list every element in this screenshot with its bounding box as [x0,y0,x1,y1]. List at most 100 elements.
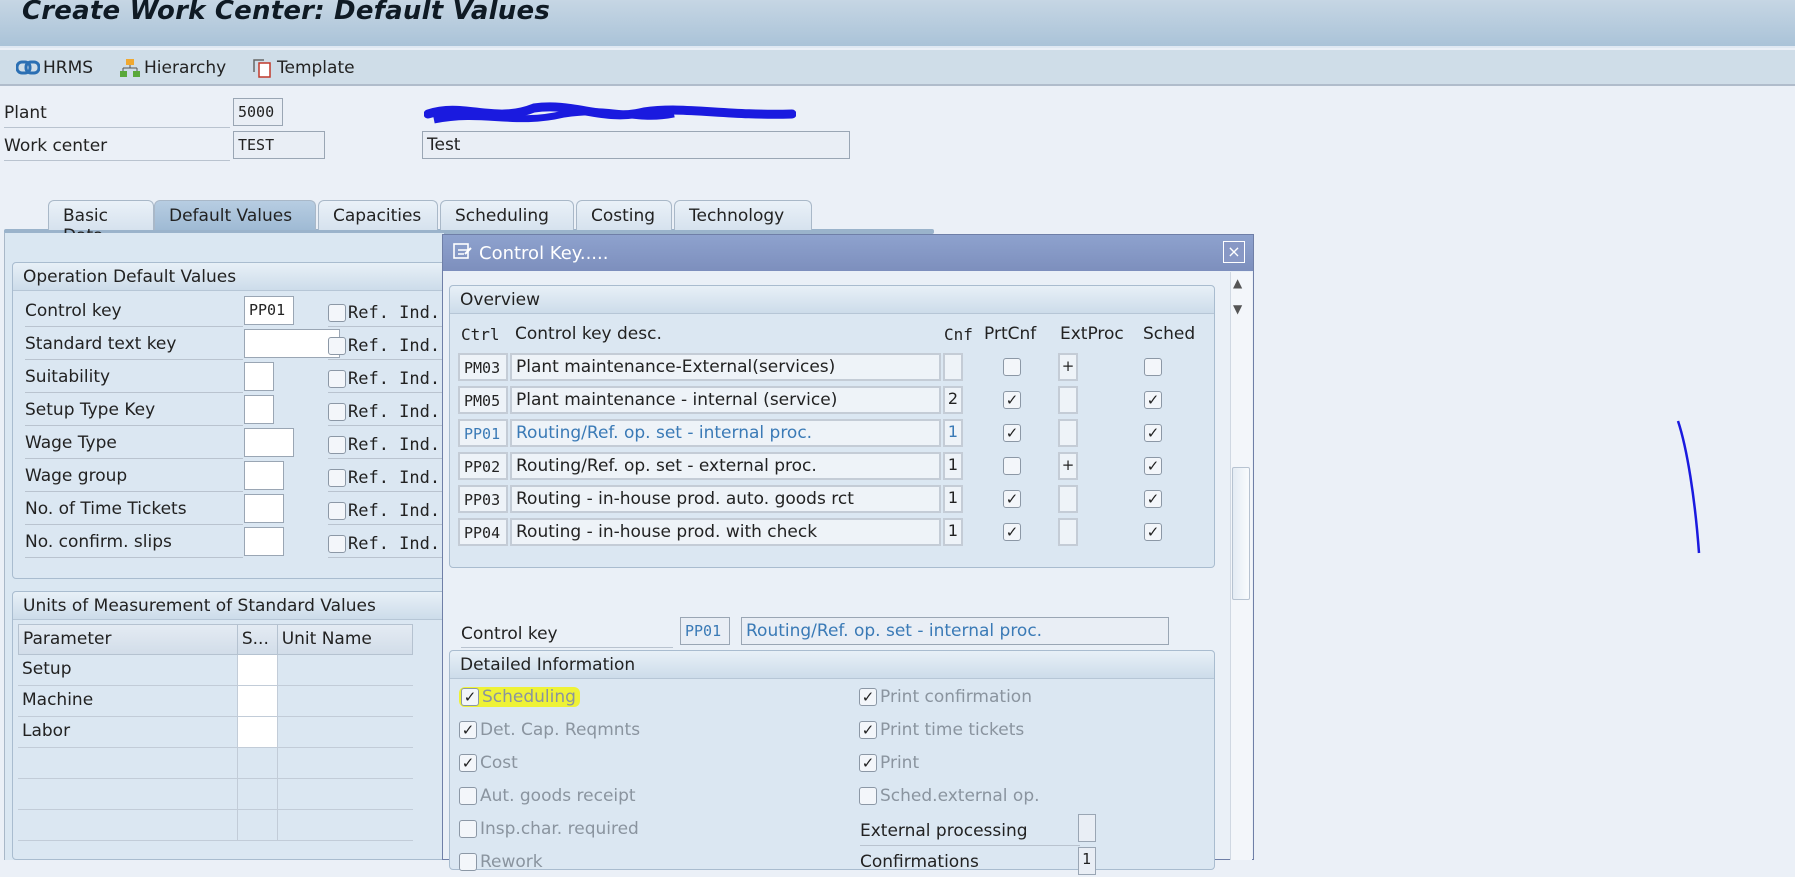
prtcnf-checkbox[interactable]: ✓ [1003,523,1021,541]
ctrl-desc-cell[interactable]: Plant maintenance-External(services) [510,353,941,381]
template-button[interactable]: Template [252,58,355,78]
tab-scheduling[interactable]: Scheduling [440,200,574,230]
ref-ind-checkbox[interactable]: Ref. Ind. [328,431,448,459]
detail-checkbox[interactable]: Sched.external op. [859,786,1040,806]
extproc-cell[interactable] [1058,386,1078,414]
extproc-cell[interactable] [1058,518,1078,546]
tab-technology[interactable]: Technology [674,200,812,230]
op-row-field[interactable] [244,461,284,490]
extproc-cell[interactable] [1058,419,1078,447]
ctrl-key-cell[interactable]: PP01 [458,419,508,447]
uom-s-field[interactable] [238,748,278,778]
cnf-cell[interactable]: 1 [943,518,963,546]
ctrl-desc-cell[interactable]: Plant maintenance - internal (service) [510,386,941,414]
uom-s-field[interactable] [238,686,278,716]
control-key-desc-field[interactable]: Routing/Ref. op. set - internal proc. [741,617,1169,645]
detail-checkbox[interactable]: Insp.char. required [459,819,639,839]
plant-field[interactable]: 5000 [233,98,283,126]
op-row-field[interactable] [244,362,274,391]
cnf-cell[interactable]: 1 [943,485,963,513]
op-row-field[interactable] [244,329,340,358]
control-key-field[interactable]: PP01 [680,617,730,645]
prtcnf-checkbox[interactable]: ✓ [1003,490,1021,508]
ctrl-desc-cell[interactable]: Routing - in-house prod. auto. goods rct [510,485,941,513]
uom-col-parameter[interactable]: Parameter [19,625,238,654]
tab-basic-data[interactable]: Basic Data [48,200,154,246]
prtcnf-checkbox[interactable]: ✓ [1003,424,1021,442]
extproc-cell[interactable]: + [1058,353,1078,381]
uom-row[interactable]: Machine [18,686,413,717]
checkbox-icon [328,402,346,421]
cnf-cell[interactable]: 2 [943,386,963,414]
detail-checkbox[interactable]: ✓ Scheduling [459,687,580,707]
prtcnf-checkbox[interactable] [1003,457,1021,475]
ref-ind-checkbox[interactable]: Ref. Ind. [328,332,448,360]
op-row-field[interactable] [244,494,284,523]
uom-row[interactable]: Labor [18,717,413,748]
detail-checkbox[interactable]: ✓ Det. Cap. Reqmnts [459,720,640,740]
hrms-label: HRMS [43,58,94,78]
ref-ind-checkbox[interactable]: Ref. Ind. [328,398,448,426]
ref-ind-checkbox[interactable]: Ref. Ind. [328,464,448,492]
cnf-cell[interactable] [943,353,963,381]
detail-checkbox[interactable]: Rework [459,852,543,872]
op-row-field[interactable] [244,527,284,556]
sched-checkbox[interactable] [1144,358,1162,376]
ref-ind-checkbox[interactable]: Ref. Ind. [328,530,448,558]
tab-capacities[interactable]: Capacities [318,200,438,230]
dialog-title: Control Key..... [479,242,609,264]
scroll-down-icon[interactable]: ▼ [1233,302,1242,316]
scroll-up-icon[interactable]: ▲ [1233,276,1242,290]
hierarchy-button[interactable]: Hierarchy [119,58,226,78]
close-button[interactable]: × [1223,241,1245,263]
ctrl-desc-cell[interactable]: Routing/Ref. op. set - internal proc. [510,419,941,447]
sched-checkbox[interactable]: ✓ [1144,490,1162,508]
prtcnf-checkbox[interactable] [1003,358,1021,376]
sched-checkbox[interactable]: ✓ [1144,391,1162,409]
ctrl-key-cell[interactable]: PP04 [458,518,508,546]
uom-s-field[interactable] [238,717,278,747]
detail-checkbox[interactable]: ✓ Print confirmation [859,687,1032,707]
uom-s-field[interactable] [238,655,278,685]
hrms-button[interactable]: HRMS [16,58,93,78]
tab-costing[interactable]: Costing [576,200,672,230]
sched-checkbox[interactable]: ✓ [1144,523,1162,541]
ctrl-key-cell[interactable]: PP02 [458,452,508,480]
extproc-cell[interactable]: + [1058,452,1078,480]
scrollbar-thumb[interactable] [1232,467,1250,600]
uom-row[interactable]: Setup [18,655,413,686]
ctrl-desc-cell[interactable]: Routing - in-house prod. with check [510,518,941,546]
detail-checkbox[interactable]: Aut. goods receipt [459,786,636,806]
confirmations-field[interactable]: 1 [1078,847,1096,875]
sched-checkbox[interactable]: ✓ [1144,424,1162,442]
work-center-description-field[interactable]: Test [422,131,850,159]
uom-row[interactable] [18,748,413,779]
work-center-field[interactable]: TEST [233,131,325,159]
tab-default-values[interactable]: Default Values [154,200,316,230]
detail-checkbox[interactable]: ✓ Print time tickets [859,720,1024,740]
detail-checkbox[interactable]: ✓ Print [859,753,919,773]
uom-s-field[interactable] [238,810,278,840]
extproc-cell[interactable] [1058,485,1078,513]
ref-ind-checkbox[interactable]: Ref. Ind. [328,299,448,327]
ctrl-key-cell[interactable]: PM03 [458,353,508,381]
uom-row[interactable] [18,810,413,841]
sched-checkbox[interactable]: ✓ [1144,457,1162,475]
uom-col-s[interactable]: S... [238,625,278,654]
prtcnf-checkbox[interactable]: ✓ [1003,391,1021,409]
ctrl-key-cell[interactable]: PP03 [458,485,508,513]
ref-ind-checkbox[interactable]: Ref. Ind. [328,365,448,393]
op-row-field[interactable] [244,395,274,424]
op-row-field[interactable] [244,428,294,457]
ctrl-desc-cell[interactable]: Routing/Ref. op. set - external proc. [510,452,941,480]
detail-checkbox[interactable]: ✓ Cost [459,753,518,773]
ctrl-key-cell[interactable]: PM05 [458,386,508,414]
cnf-cell[interactable]: 1 [943,452,963,480]
uom-col-unit-name[interactable]: Unit Name [278,625,412,654]
external-processing-field[interactable] [1078,814,1096,842]
ref-ind-checkbox[interactable]: Ref. Ind. [328,497,448,525]
uom-row[interactable] [18,779,413,810]
cnf-cell[interactable]: 1 [943,419,963,447]
uom-s-field[interactable] [238,779,278,809]
op-row-field[interactable]: PP01 [244,296,294,325]
